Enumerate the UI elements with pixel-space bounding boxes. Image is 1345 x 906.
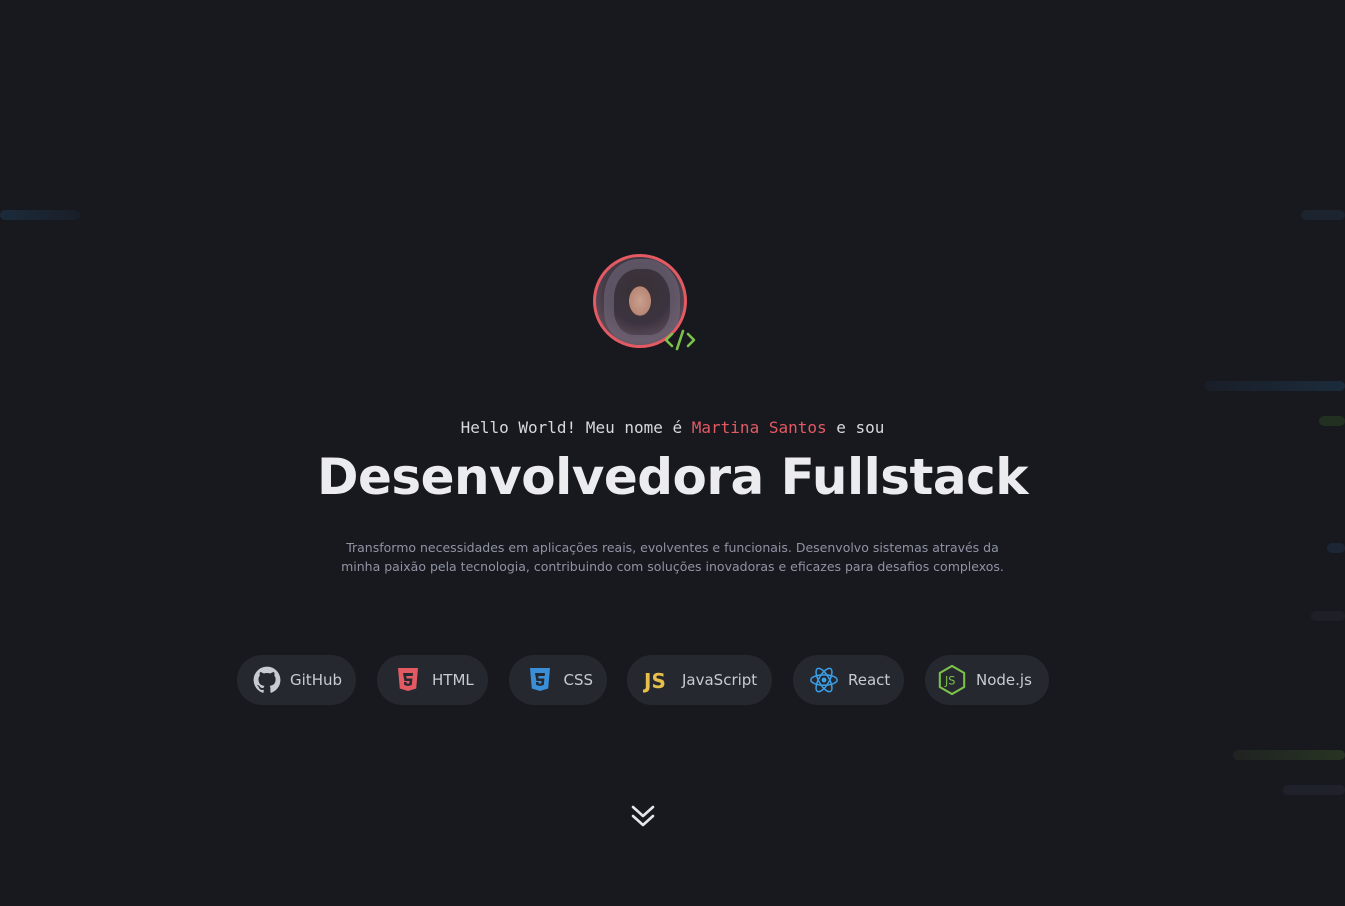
react-icon: [809, 665, 839, 695]
developer-name: Martina Santos: [691, 418, 827, 437]
profile-avatar-wrapper: [593, 254, 696, 354]
skill-chip-html[interactable]: HTML: [377, 655, 488, 705]
decor-streak: [1233, 750, 1345, 760]
code-icon: [664, 329, 696, 351]
skill-label: Node.js: [976, 671, 1032, 689]
skill-label: React: [848, 671, 891, 689]
css3-icon: [525, 665, 554, 695]
nodejs-icon: JS: [937, 664, 967, 696]
js-icon: JS: [643, 665, 673, 695]
intro-line: Hello World! Meu nome é Martina Santos e…: [0, 418, 1345, 437]
double-chevron-down-icon[interactable]: [628, 802, 658, 832]
skill-label: HTML: [432, 671, 474, 689]
skill-label: GitHub: [290, 671, 342, 689]
decor-streak: [1311, 611, 1345, 621]
intro-prefix: Hello World! Meu nome é: [460, 418, 692, 437]
skills-list: GitHub HTML CSS JS JavaScript React JS N…: [237, 655, 1067, 705]
skill-chip-react[interactable]: React: [793, 655, 904, 705]
svg-text:JS: JS: [643, 669, 666, 693]
skill-label: JavaScript: [682, 671, 758, 689]
html5-icon: [393, 665, 423, 695]
github-icon: [253, 665, 281, 695]
hero-description: Transformo necessidades em aplicações re…: [300, 538, 1045, 576]
skill-chip-nodejs[interactable]: JS Node.js: [925, 655, 1049, 705]
description-line: minha paixão pela tecnologia, contribuin…: [341, 559, 1004, 574]
skill-chip-github[interactable]: GitHub: [237, 655, 356, 705]
intro-suffix: e sou: [826, 418, 885, 437]
description-line: Transformo necessidades em aplicações re…: [346, 540, 999, 555]
decor-streak: [1301, 210, 1345, 220]
skill-label: CSS: [563, 671, 593, 689]
decor-streak: [1205, 381, 1345, 391]
decor-streak: [0, 210, 80, 220]
svg-text:JS: JS: [944, 675, 955, 688]
skill-chip-javascript[interactable]: JS JavaScript: [627, 655, 772, 705]
decor-streak: [1283, 785, 1345, 795]
page-title: Desenvolvedora Fullstack: [316, 448, 1029, 506]
skill-chip-css[interactable]: CSS: [509, 655, 607, 705]
decor-streak: [1327, 543, 1345, 553]
